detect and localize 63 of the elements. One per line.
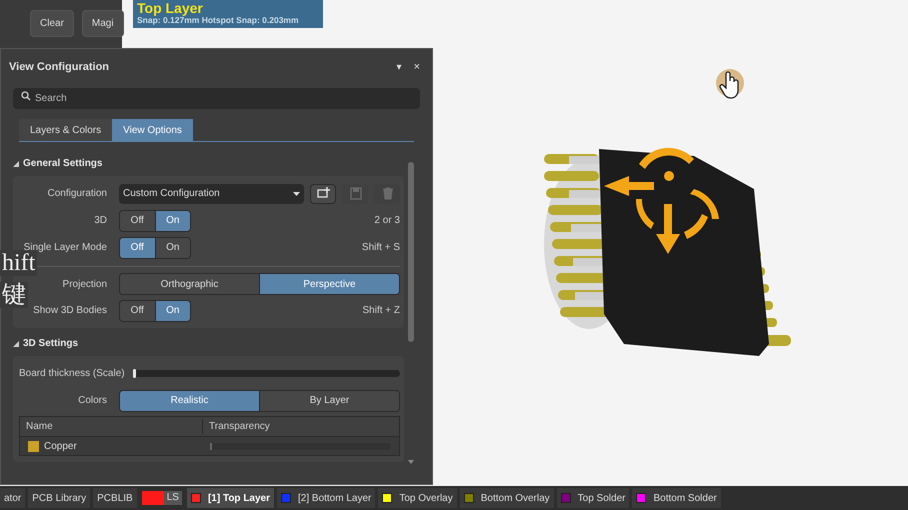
close-button[interactable]: ×	[414, 58, 420, 76]
shortcut-label: Shift + S	[362, 241, 400, 255]
setting-label: Colors	[77, 394, 107, 408]
slider-thumb[interactable]	[132, 369, 136, 378]
search-icon	[21, 91, 31, 101]
document-tab[interactable]: PCBLIB	[93, 488, 137, 508]
option-button[interactable]: Off	[120, 300, 154, 320]
collapse-icon[interactable]	[13, 160, 19, 166]
add-icon	[316, 187, 330, 200]
video-caption: hift	[0, 250, 38, 276]
add-config-button[interactable]	[310, 184, 336, 204]
scroll-down-icon[interactable]	[408, 460, 414, 464]
option-button[interactable]: Off	[120, 210, 154, 230]
layer-name: Copper	[44, 440, 77, 454]
video-caption: 键	[0, 282, 28, 308]
column-header[interactable]: Transparency	[202, 419, 399, 434]
snap-info: Snap: 0.127mm Hotspot Snap: 0.203mm	[137, 16, 300, 24]
tab[interactable]: Layers & Colors	[19, 119, 112, 141]
setting-label: Configuration	[46, 187, 107, 201]
color-swatch[interactable]	[28, 440, 39, 452]
layer-tab[interactable]: [2] Bottom Layer	[277, 488, 376, 508]
panel-title: View Configuration	[9, 60, 110, 75]
layer-tab[interactable]: Top Overlay	[378, 488, 457, 508]
document-tab[interactable]: PCB Library	[28, 488, 90, 508]
setting-label: Single Layer Mode	[22, 241, 107, 253]
option-button[interactable]: On	[154, 238, 190, 258]
configuration-dropdown[interactable]: Custom Configuration	[119, 184, 304, 204]
delete-icon	[380, 187, 394, 200]
toolbar-button[interactable]: Clear	[30, 10, 74, 37]
option-button[interactable]: On	[154, 300, 190, 320]
layer-set-swatch[interactable]	[142, 491, 164, 505]
shortcut-label: Shift + Z	[362, 304, 400, 318]
setting-label: 3D	[93, 214, 107, 228]
option-button[interactable]: Orthographic	[120, 274, 259, 294]
tab[interactable]: View Options	[112, 119, 193, 141]
caret-icon	[293, 192, 300, 196]
option-button[interactable]: Perspective	[259, 274, 399, 294]
slider-track[interactable]	[132, 370, 400, 377]
option-button[interactable]: By Layer	[259, 390, 399, 410]
save-icon	[348, 187, 362, 200]
scrollbar[interactable]	[408, 162, 414, 342]
column-header[interactable]: Name	[20, 419, 202, 434]
section-title: 3D Settings	[23, 337, 78, 351]
document-tab[interactable]: ator	[0, 488, 26, 508]
collapse-icon[interactable]	[13, 340, 19, 346]
option-button[interactable]: On	[154, 210, 190, 230]
layer-tab[interactable]: [1] Top Layer	[186, 488, 274, 508]
setting-label: Projection	[62, 278, 107, 292]
section-title: General Settings	[23, 157, 102, 171]
option-button[interactable]: Off	[120, 238, 154, 258]
layer-tab[interactable]: Top Solder	[556, 488, 630, 508]
layer-set-label[interactable]: LS	[164, 491, 182, 505]
shortcut-label: 2 or 3	[374, 214, 400, 228]
toolbar-button[interactable]: Magi	[82, 10, 124, 37]
setting-label: Board thickness (Scale)	[18, 367, 125, 381]
option-button[interactable]: Realistic	[120, 390, 259, 410]
setting-label: Show 3D Bodies	[32, 304, 107, 318]
search-field[interactable]: Search	[13, 88, 420, 109]
panel-menu-button[interactable]: ▾	[396, 60, 402, 74]
layer-name: Top Layer	[137, 1, 204, 15]
layer-tab[interactable]: Bottom Solder	[632, 488, 721, 508]
layer-tab[interactable]: Bottom Overlay	[460, 488, 554, 508]
transparency-slider[interactable]	[210, 442, 391, 450]
